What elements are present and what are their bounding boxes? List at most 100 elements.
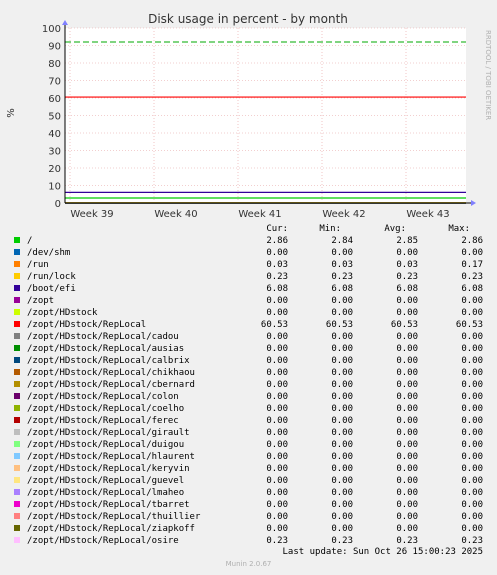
legend-value-min: 0.00 [331,488,353,498]
legend-value-avg: 60.53 [390,320,418,330]
legend-value-max: 6.08 [461,284,483,294]
legend-value-min: 0.00 [331,344,353,354]
legend-item: /zopt/HDstock/RepLocal/girault 0.00 0.00 0.… [0,427,497,439]
legend-swatch [14,465,20,471]
y-tick-label: 60 [48,94,61,105]
legend-value-avg: 0.00 [396,524,418,534]
legend-value-max: 0.00 [461,476,483,486]
legend-value-cur: 0.00 [266,248,288,258]
legend-value-avg: 0.00 [396,308,418,318]
legend-value-avg: 0.03 [396,260,418,270]
legend-item: /zopt/HDstock/RepLocal/keryvin 0.00 0.00 0.… [0,463,497,475]
legend-label: /zopt/HDstock/RepLocal/cadou [27,332,179,342]
legend-value-min: 0.00 [331,524,353,534]
legend-value-avg: 0.00 [396,512,418,522]
legend-value-cur: 0.00 [266,296,288,306]
legend-label: /dev/shm [27,248,71,258]
legend-label: /zopt/HDstock/RepLocal/cbernard [27,380,195,390]
legend-swatch [14,297,20,303]
legend-swatch [14,357,20,363]
legend-item: /zopt/HDstock/RepLocal/calbrix 0.00 0.00 0.… [0,355,497,367]
legend-value-cur: 0.00 [266,512,288,522]
x-axis-arrow [471,200,476,206]
legend-value-avg: 0.00 [396,248,418,258]
legend-value-max: 0.00 [461,368,483,378]
legend-value-cur: 60.53 [260,320,288,330]
legend-value-max: 0.00 [461,392,483,402]
legend-label: /zopt/HDstock/RepLocal/chikhaou [27,368,195,378]
legend-value-cur: 0.00 [266,332,288,342]
chart-title: Disk usage in percent - by month [148,12,348,26]
legend-header-avg: Avg: [384,224,406,234]
legend-value-max: 0.23 [461,272,483,282]
legend-label: /zopt/HDstock/RepLocal/colon [27,392,179,402]
legend-label: /zopt/HDstock/RepLocal/osire [27,536,179,546]
legend-swatch [14,285,20,291]
legend-item: /zopt/HDstock/RepLocal/colon 0.00 0.00 0.00… [0,391,497,403]
legend-value-max: 0.00 [461,416,483,426]
legend-value-min: 0.00 [331,452,353,462]
legend-label: /zopt/HDstock/RepLocal/thuillier [27,512,201,522]
legend-item: /dev/shm 0.00 0.00 0.00 0.00 [0,247,497,259]
legend-value-min: 0.03 [331,260,353,270]
legend-label: /zopt/HDstock/RepLocal/lmaheo [27,488,185,498]
legend-value-max: 0.00 [461,464,483,474]
legend-item: /zopt/HDstock/RepLocal/ferec 0.00 0.00 0.00… [0,415,497,427]
legend-value-avg: 0.00 [396,296,418,306]
legend-value-max: 0.00 [461,440,483,450]
legend-value-avg: 0.00 [396,428,418,438]
legend-value-min: 0.00 [331,512,353,522]
legend-swatch [14,513,20,519]
legend-swatch [14,489,20,495]
y-tick-label: 100 [42,24,61,35]
y-tick-label: 0 [55,199,61,210]
legend-item: /zopt/HDstock/RepLocal/coelho 0.00 0.00 0.0… [0,403,497,415]
legend-value-cur: 0.00 [266,428,288,438]
legend-value-avg: 2.85 [396,236,418,246]
legend-label: /zopt/HDstock/RepLocal/tbarret [27,500,190,510]
legend-label: /zopt/HDstock/RepLocal/keryvin [27,464,190,474]
legend-header-min: Min: [319,224,341,234]
legend-value-cur: 0.03 [266,260,288,270]
munin-version: Munin 2.0.67 [225,560,272,568]
legend-value-max: 0.00 [461,296,483,306]
legend-swatch [14,477,20,483]
legend-value-cur: 0.00 [266,476,288,486]
legend-item: /zopt/HDstock/RepLocal/ausias 0.00 0.00 0.0… [0,343,497,355]
legend-value-max: 0.00 [461,488,483,498]
legend-item: /zopt/HDstock/RepLocal/hlaurent 0.00 0.00 0… [0,451,497,463]
legend-swatch [14,453,20,459]
legend-value-avg: 0.00 [396,488,418,498]
legend-swatch [14,417,20,423]
legend-value-avg: 0.00 [396,416,418,426]
legend-swatch [14,321,20,327]
legend-value-avg: 0.00 [396,464,418,474]
legend-value-min: 0.00 [331,404,353,414]
legend-header-max: Max: [448,224,470,234]
legend-swatch [14,501,20,507]
legend-value-avg: 0.00 [396,356,418,366]
legend-label: /zopt/HDstock/RepLocal/ziapkoff [27,524,195,534]
legend-value-min: 0.00 [331,296,353,306]
legend-item: /zopt/HDstock/RepLocal/guevel 0.00 0.00 0.0… [0,475,497,487]
legend-value-min: 0.00 [331,248,353,258]
y-tick-label: 50 [48,112,61,123]
legend-label: /zopt/HDstock/RepLocal/guevel [27,476,185,486]
legend-swatch [14,261,20,267]
y-axis-label: % [6,108,17,118]
y-axis-arrow [62,20,68,25]
legend-value-avg: 0.00 [396,404,418,414]
y-tick-label: 80 [48,59,61,70]
legend-value-avg: 0.23 [396,272,418,282]
legend-item: /run 0.03 0.03 0.03 0.17 [0,259,497,271]
legend-label: / [27,236,33,246]
legend-value-max: 60.53 [455,320,483,330]
legend-value-max: 0.00 [461,248,483,258]
legend-value-max: 0.00 [461,308,483,318]
legend-value-cur: 0.00 [266,368,288,378]
rrdtool-credit: RRDTOOL / TOBI OETIKER [484,30,492,120]
legend-value-max: 0.00 [461,500,483,510]
legend-value-min: 60.53 [325,320,353,330]
legend-label: /zopt/HDstock [27,308,98,318]
legend-label: /zopt/HDstock/RepLocal/hlaurent [27,452,195,462]
